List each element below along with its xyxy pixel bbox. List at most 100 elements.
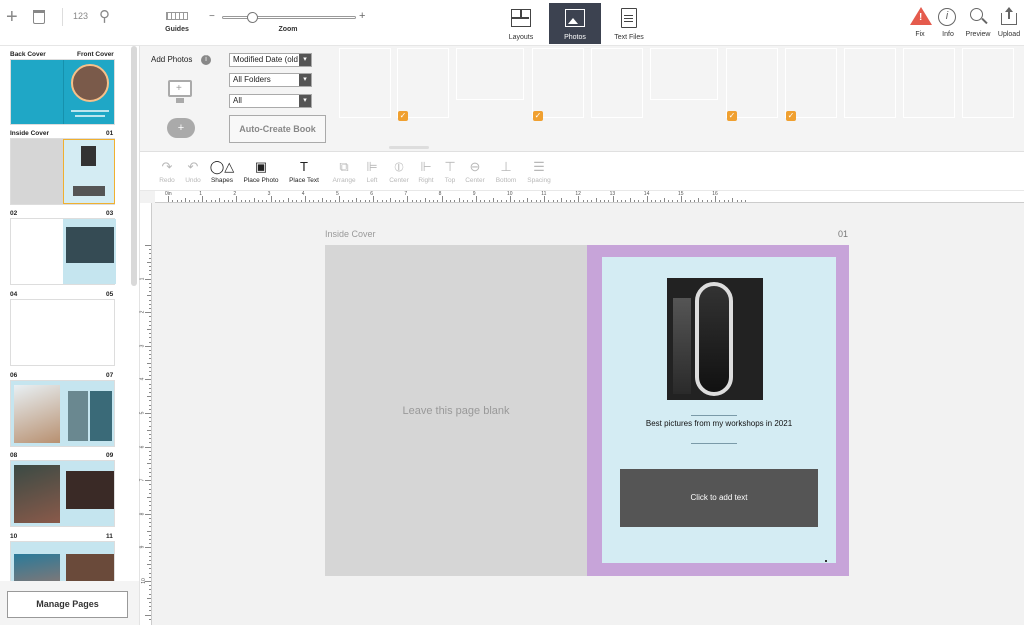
ruler-tick: [685, 200, 687, 202]
zoom-slider[interactable]: [222, 12, 356, 23]
palette-icon[interactable]: ⚲: [99, 7, 110, 27]
selected-page-frame[interactable]: Best pictures from my workshops in 2021 …: [587, 245, 849, 576]
info-icon[interactable]: i: [201, 55, 211, 65]
ruler-tick: [377, 200, 379, 202]
ruler-tick: [480, 200, 482, 202]
page-01[interactable]: Best pictures from my workshops in 2021 …: [602, 257, 836, 563]
align-right-button[interactable]: ⊩ Right: [414, 159, 438, 184]
trash-icon[interactable]: [33, 10, 45, 24]
ruler-tick: [462, 200, 464, 202]
redo-button[interactable]: ↷ Redo: [155, 159, 179, 184]
ruler-tick: [629, 198, 631, 202]
align-bottom-button[interactable]: ⊥ Bottom: [491, 159, 521, 184]
align-left-button[interactable]: ⊫ Left: [360, 159, 384, 184]
ruler-tick: [659, 200, 661, 202]
ruler-tick: [149, 366, 151, 368]
ruler-tick: [287, 198, 289, 202]
manage-pages-button[interactable]: Manage Pages: [7, 591, 128, 618]
photo-frame[interactable]: [667, 278, 763, 400]
resize-handle[interactable]: [825, 560, 827, 562]
photo-thumb[interactable]: [844, 48, 896, 118]
ruler-tick: [147, 295, 151, 297]
add-icon[interactable]: +: [6, 7, 18, 27]
tab-text-files[interactable]: Text Files: [603, 3, 655, 44]
ruler-tick: [149, 358, 151, 360]
place-text-icon: T: [300, 159, 308, 174]
align-center-button[interactable]: ⦶ Center: [386, 159, 412, 184]
align-middle-button[interactable]: ⊖ Center: [462, 159, 488, 184]
align-top-button[interactable]: ⊤ Top: [439, 159, 461, 184]
thumb-spread-4-5[interactable]: [10, 299, 115, 366]
photo-thumb[interactable]: [962, 48, 1014, 118]
ruler-tick: [702, 200, 704, 202]
tab-photos[interactable]: Photos: [549, 3, 601, 44]
thumb-inside-cover[interactable]: [10, 138, 115, 205]
ruler-tick: [531, 200, 533, 202]
place-photo-button[interactable]: ▣ Place Photo: [240, 159, 282, 184]
thumb-spread-8-9[interactable]: [10, 460, 115, 527]
ruler-tick: [296, 200, 298, 202]
filter-select[interactable]: All ▾: [229, 94, 312, 108]
sidebar-scrollbar[interactable]: [131, 46, 137, 286]
ruler-tick: [663, 198, 665, 202]
zoom-out-icon[interactable]: −: [209, 11, 215, 22]
photo-thumb[interactable]: ✓: [785, 48, 837, 121]
ruler-tick: [149, 455, 151, 456]
ruler-tick: [420, 200, 422, 202]
photo-thumb[interactable]: ✓: [532, 48, 584, 121]
photo-thumb[interactable]: [903, 48, 955, 118]
ruler-tick: [149, 593, 151, 595]
ruler-tick: [719, 200, 721, 202]
tab-label: Layouts: [508, 34, 534, 41]
ruler-tick: [149, 568, 151, 570]
folder-select[interactable]: All Folders ▾: [229, 73, 312, 87]
ruler-tick: [548, 200, 550, 202]
page-number: 03: [106, 210, 114, 217]
ruler-tick: [149, 572, 151, 574]
add-text-box[interactable]: Click to add text: [620, 469, 818, 527]
photo-thumb[interactable]: [650, 48, 718, 100]
tab-layouts[interactable]: Layouts: [495, 3, 547, 44]
ruler-tick: [149, 488, 151, 490]
photo-strip-scrollbar[interactable]: [140, 146, 1024, 150]
photo-thumb[interactable]: [591, 48, 643, 118]
ruler-tick: [604, 200, 606, 202]
filter-value: All: [233, 96, 242, 105]
shapes-button[interactable]: ◯△ Shapes: [207, 159, 237, 184]
undo-button[interactable]: ↶ Undo: [181, 159, 205, 184]
guides-button[interactable]: Guides: [162, 10, 192, 40]
zoom-in-icon[interactable]: +: [359, 10, 365, 22]
ruler-tick: [149, 249, 151, 251]
computer-upload-icon[interactable]: +: [168, 80, 192, 97]
ruler-tick: [539, 200, 541, 202]
ruler-tick: [149, 425, 151, 427]
spacing-button[interactable]: ☰ Spacing: [523, 159, 555, 184]
zoom-slider-knob[interactable]: [247, 12, 258, 23]
ruler-tick: [189, 200, 191, 202]
ruler-tick: [149, 282, 151, 284]
ruler-tick: [149, 303, 151, 305]
ruler-tick: [595, 198, 597, 202]
sort-select[interactable]: Modified Date (old ▾: [229, 53, 312, 67]
place-text-button[interactable]: T Place Text: [285, 159, 323, 184]
arrange-button[interactable]: ⧉ Arrange: [331, 159, 357, 184]
ruler-tick: [715, 196, 717, 202]
inside-cover-page[interactable]: Leave this page blank: [325, 245, 587, 576]
photo-thumb[interactable]: ✓: [397, 48, 449, 121]
thumb-spread-2-3[interactable]: [10, 218, 116, 285]
ruler-tick: [351, 200, 353, 202]
ruler-tick: [621, 200, 623, 202]
ruler-tick: [728, 200, 730, 202]
auto-create-book-button[interactable]: Auto-Create Book: [229, 115, 326, 143]
photo-thumb[interactable]: [456, 48, 524, 100]
cloud-upload-icon[interactable]: +: [167, 118, 195, 138]
caption-text[interactable]: Best pictures from my workshops in 2021: [602, 419, 836, 428]
thumb-cover[interactable]: [10, 59, 115, 125]
photo-thumb[interactable]: [339, 48, 391, 118]
thumb-spread-6-7[interactable]: [10, 380, 115, 447]
ruler-tick: [557, 200, 559, 202]
photo-thumb[interactable]: ✓: [726, 48, 778, 121]
ruler-tick: [608, 200, 610, 202]
shapes-icon: ◯△: [209, 159, 235, 174]
spacing-label: Spacing: [527, 177, 551, 184]
